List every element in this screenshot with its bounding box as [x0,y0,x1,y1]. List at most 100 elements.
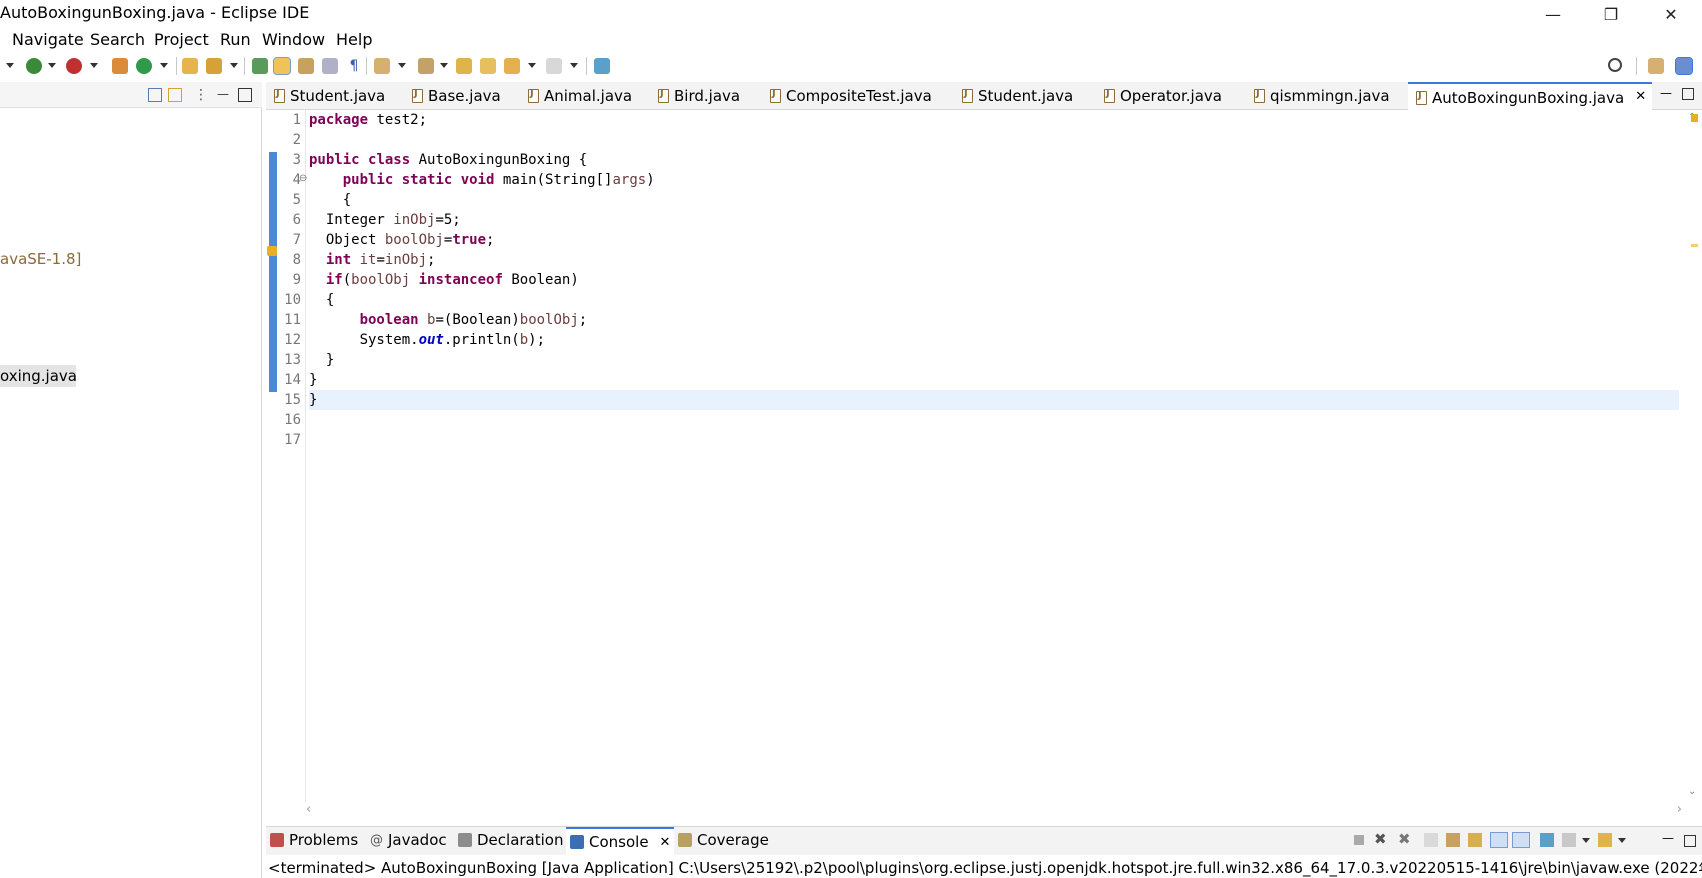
search-icon[interactable] [1608,58,1622,72]
prev-annotation-icon[interactable] [418,58,434,74]
display-console-dropdown-icon[interactable] [1582,838,1590,843]
debug-dropdown-icon[interactable] [48,63,56,68]
scroll-lock-icon[interactable] [1446,833,1460,847]
minimize-panel-icon[interactable]: — [1662,831,1674,845]
tab-compositetest-java[interactable]: CompositeTest.java [770,82,932,110]
new-package-icon[interactable] [112,58,128,74]
tab-problems[interactable]: Problems [270,831,358,849]
minimize-view-icon[interactable]: — [216,88,230,102]
remove-launch-icon[interactable]: ✖ [1374,830,1387,848]
display-console-icon[interactable] [1562,833,1576,847]
tab-student-java[interactable]: Student.java [274,82,385,110]
open-perspective-icon[interactable] [1648,58,1664,74]
code-line: } [309,392,317,408]
line-number: 10 [284,292,301,308]
warning-icon[interactable] [267,246,277,256]
show-whitespace-icon[interactable] [322,58,338,74]
toggle-highlight-icon[interactable] [273,57,291,75]
new-class-icon[interactable] [136,58,152,74]
word-wrap-icon[interactable] [1468,833,1482,847]
minimize-button[interactable]: — [1530,0,1576,28]
tab-qismmingn-java[interactable]: qismmingn.java [1254,82,1390,110]
overview-annotation-marker[interactable] [1691,244,1698,247]
tab-animal-java[interactable]: Animal.java [528,82,632,110]
annotation-dropdown-icon[interactable] [398,63,406,68]
close-button[interactable]: ✕ [1648,0,1694,28]
line-number: 1 [292,112,301,128]
forward-icon[interactable] [546,58,562,74]
dropdown-arrow-icon[interactable] [6,63,14,68]
maximize-editor-icon[interactable] [1682,88,1694,100]
code-token: void [460,172,495,188]
menu-project[interactable]: Project [154,30,209,49]
next-annotation-icon[interactable] [374,58,390,74]
clear-console-icon[interactable] [1424,833,1438,847]
horizontal-scrollbar[interactable]: ‹ › [306,800,1682,820]
search-task-icon[interactable] [206,58,222,74]
restore-button[interactable]: ❐ [1588,0,1634,28]
new-class-dropdown-icon[interactable] [160,63,168,68]
maximize-panel-icon[interactable] [1684,835,1696,847]
menu-window[interactable]: Window [262,30,325,49]
menu-search[interactable]: Search [90,30,145,49]
close-tab-icon[interactable]: ✕ [1635,89,1646,104]
last-edit-icon[interactable] [456,58,472,74]
tab-coverage[interactable]: Coverage [678,831,769,849]
tab-declaration[interactable]: Declaration [458,831,563,849]
menu-navigate[interactable]: Navigate [12,30,84,49]
tab-student-java-2[interactable]: Student.java [962,82,1073,110]
tab-autoboxingunboxing-java[interactable]: AutoBoxingunBoxing.java✕ [1408,82,1653,110]
open-console-icon[interactable] [1598,833,1612,847]
minimize-editor-icon[interactable]: — [1660,86,1672,100]
search-dropdown-icon[interactable] [230,63,238,68]
close-console-icon[interactable]: ✕ [660,835,671,850]
back-history-icon[interactable] [480,58,496,74]
link-with-editor-icon[interactable] [168,88,182,102]
open-type-icon[interactable] [182,58,198,74]
tab-console[interactable]: Console ✕ [566,827,675,857]
pin-console-icon[interactable] [1540,833,1554,847]
collapse-all-icon[interactable] [148,88,162,102]
tab-operator-java[interactable]: Operator.java [1104,82,1222,110]
code-text-area[interactable]: package test2; public class AutoBoxingunB… [309,110,1679,802]
code-token: = [376,252,385,268]
scroll-down-icon[interactable]: ⌄ [1688,786,1696,797]
java-file-icon [770,88,781,103]
tab-base-java[interactable]: Base.java [412,82,501,110]
show-stdout-icon[interactable] [1490,832,1508,848]
selected-java-file-item[interactable]: oxing.java [0,367,77,385]
scroll-left-icon[interactable]: ‹ [306,802,311,817]
vertical-scrollbar[interactable]: ⌃ ⌄ [1686,110,1702,802]
tab-javadoc[interactable]: @ Javadoc [370,831,447,849]
coverage-icon[interactable] [66,58,82,74]
prev-annotation-dropdown-icon[interactable] [440,63,448,68]
back-dropdown-icon[interactable] [528,63,536,68]
open-console-dropdown-icon[interactable] [1618,838,1626,843]
debug-icon[interactable] [26,58,42,74]
forward-dropdown-icon[interactable] [570,63,578,68]
menu-run[interactable]: Run [220,30,251,49]
show-stderr-icon[interactable] [1512,832,1530,848]
toggle-block-selection-icon[interactable] [298,58,314,74]
toggle-mark-occurrences-icon[interactable] [252,58,268,74]
coverage-dropdown-icon[interactable] [90,63,98,68]
back-icon[interactable] [504,58,520,74]
change-marker [269,152,277,392]
remove-all-launches-icon[interactable]: ✖ [1398,830,1411,848]
tab-bird-java[interactable]: Bird.java [658,82,740,110]
menu-help[interactable]: Help [336,30,372,49]
fold-toggle-icon[interactable]: ⊖ [299,173,307,184]
code-token: =(Boolean) [435,312,520,328]
java-perspective-icon[interactable] [1675,57,1693,75]
maximize-view-icon[interactable] [238,88,252,102]
paragraph-icon[interactable]: ¶ [346,58,362,74]
jre-library-item[interactable]: avaSE-1.8] [0,250,81,268]
overview-warning-marker[interactable] [1691,114,1698,122]
scroll-right-icon[interactable]: › [1677,802,1682,817]
code-token: ; [578,312,588,328]
terminate-icon[interactable] [1354,835,1364,845]
view-menu-icon[interactable]: ⋮ [194,88,208,102]
pin-editor-icon[interactable] [594,58,610,74]
